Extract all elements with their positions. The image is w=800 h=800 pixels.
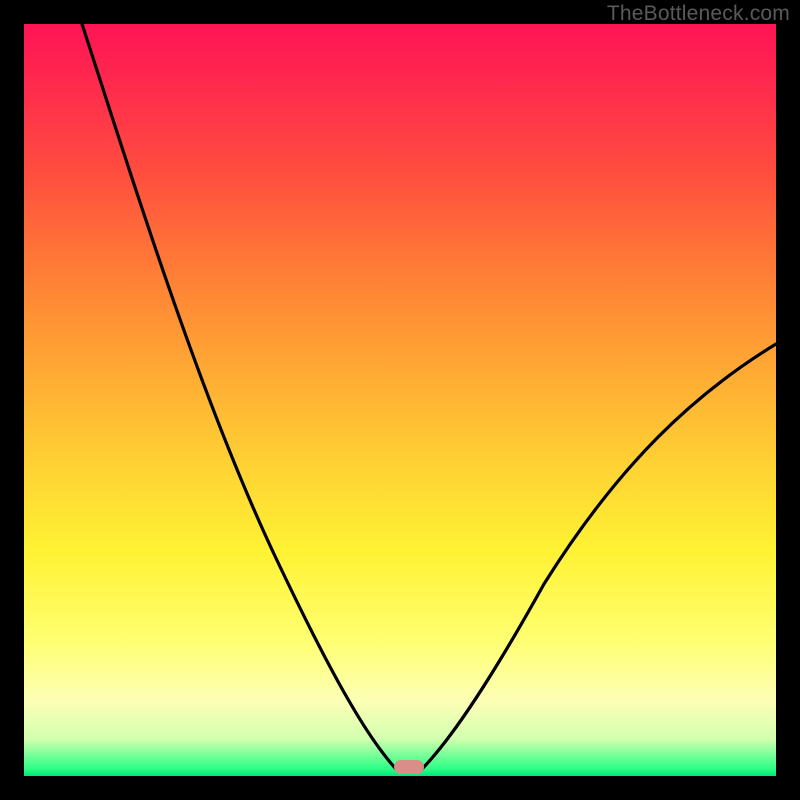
chart-frame: TheBottleneck.com bbox=[0, 0, 800, 800]
optimal-marker bbox=[394, 760, 424, 774]
plot-area bbox=[24, 24, 776, 776]
attribution-text: TheBottleneck.com bbox=[607, 2, 790, 26]
bottleneck-curve bbox=[24, 24, 776, 776]
